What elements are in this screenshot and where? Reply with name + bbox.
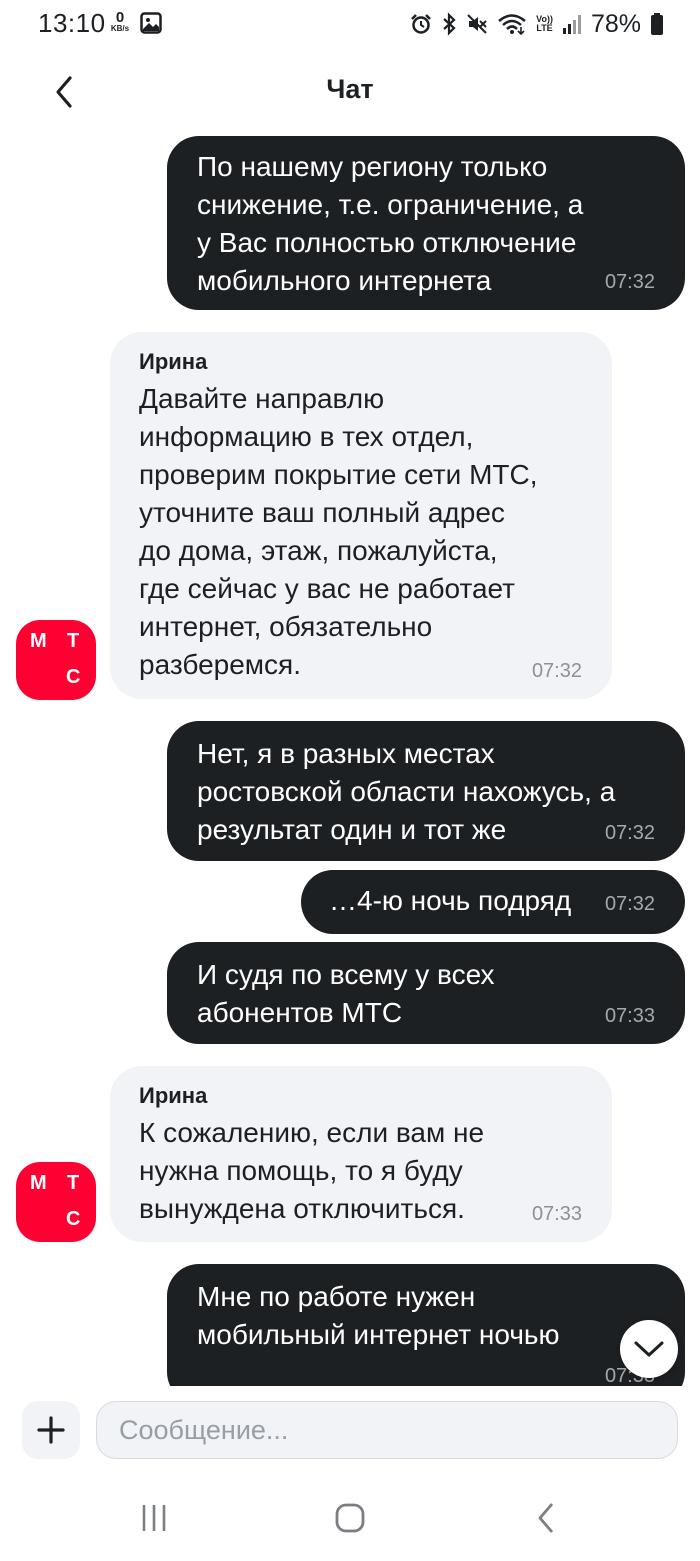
mts-avatar: М Т С — [16, 620, 96, 700]
message-text: Мне по работе нужен мобильный интернет н… — [197, 1281, 560, 1350]
alarm-icon — [411, 14, 432, 34]
signal-icon — [562, 15, 581, 34]
message-text: Давайте направлю информацию в тех отдел,… — [139, 383, 538, 680]
network-speed-unit: KB/s — [110, 24, 130, 33]
message-outgoing: И судя по всему у всех абонентов МТС 07:… — [167, 942, 685, 1044]
recents-icon — [142, 1505, 166, 1531]
home-icon — [335, 1503, 365, 1533]
system-nav-bar — [0, 1476, 700, 1561]
battery-icon — [651, 13, 663, 35]
message-incoming: Ирина Давайте направлю информацию в тех … — [110, 332, 612, 699]
network-speed-value: 0 — [115, 9, 125, 26]
back-icon — [538, 1503, 554, 1533]
network-speed: 0 KB/s — [106, 10, 134, 33]
avatar-letter: М — [30, 1172, 47, 1194]
network-type: Vo)) LTE — [536, 15, 553, 33]
plus-icon — [37, 1416, 65, 1444]
nav-home-button[interactable] — [330, 1498, 370, 1538]
nav-back-button[interactable] — [526, 1498, 566, 1538]
message-time: 07:32 — [604, 822, 655, 844]
message-time: 07:32 — [531, 660, 582, 682]
message-text: Нет, я в разных местах ростовской област… — [197, 738, 616, 845]
message-outgoing: Нет, я в разных местах ростовской област… — [167, 721, 685, 861]
bluetooth-icon — [443, 12, 456, 36]
message-text: По нашему региону только снижение, т.е. … — [197, 151, 584, 296]
chevron-down-icon — [634, 1341, 664, 1357]
page-title: Чат — [326, 74, 374, 104]
mts-avatar: М Т С — [16, 1162, 96, 1242]
message-text: К сожалению, если вам не нужна помощь, т… — [139, 1117, 485, 1224]
message-time: 07:32 — [604, 271, 655, 293]
chat-header: Чат — [0, 50, 700, 130]
message-incoming: Ирина К сожалению, если вам не нужна пом… — [110, 1066, 612, 1242]
message-text: И судя по всему у всех абонентов МТС — [197, 959, 495, 1028]
message-outgoing: По нашему региону только снижение, т.е. … — [167, 136, 685, 310]
nav-recents-button[interactable] — [134, 1498, 174, 1538]
message-author: Ирина — [139, 1083, 208, 1108]
scroll-down-button[interactable] — [620, 1320, 678, 1378]
message-outgoing: Мне по работе нужен мобильный интернет н… — [167, 1264, 685, 1386]
status-icons: Vo)) LTE 78% — [410, 8, 664, 40]
attach-button[interactable] — [22, 1401, 80, 1459]
message-outgoing: …4-ю ночь подряд 07:32 — [301, 870, 685, 934]
battery-percent: 78% — [590, 9, 641, 38]
message-input[interactable] — [96, 1401, 678, 1459]
avatar-letter: Т — [67, 1172, 80, 1194]
status-time: 13:10 — [38, 8, 106, 38]
wifi-icon — [498, 14, 526, 35]
message-time: 07:33 — [531, 1203, 582, 1225]
network-type-bottom: LTE — [536, 23, 553, 33]
chat-messages[interactable]: По нашему региону только снижение, т.е. … — [0, 130, 700, 1386]
avatar-letter: М — [30, 630, 47, 652]
avatar-letter: Т — [67, 630, 80, 652]
message-author: Ирина — [139, 349, 208, 374]
message-time: 07:33 — [604, 1005, 655, 1027]
avatar-letter: С — [66, 1208, 81, 1230]
avatar-letter: С — [66, 666, 81, 688]
message-time: 07:32 — [604, 893, 655, 915]
status-bar: 13:10 0 KB/s Vo)) LTE 78% — [0, 0, 700, 50]
gallery-icon — [140, 12, 162, 34]
mute-icon — [467, 14, 487, 34]
message-composer — [0, 1386, 700, 1476]
